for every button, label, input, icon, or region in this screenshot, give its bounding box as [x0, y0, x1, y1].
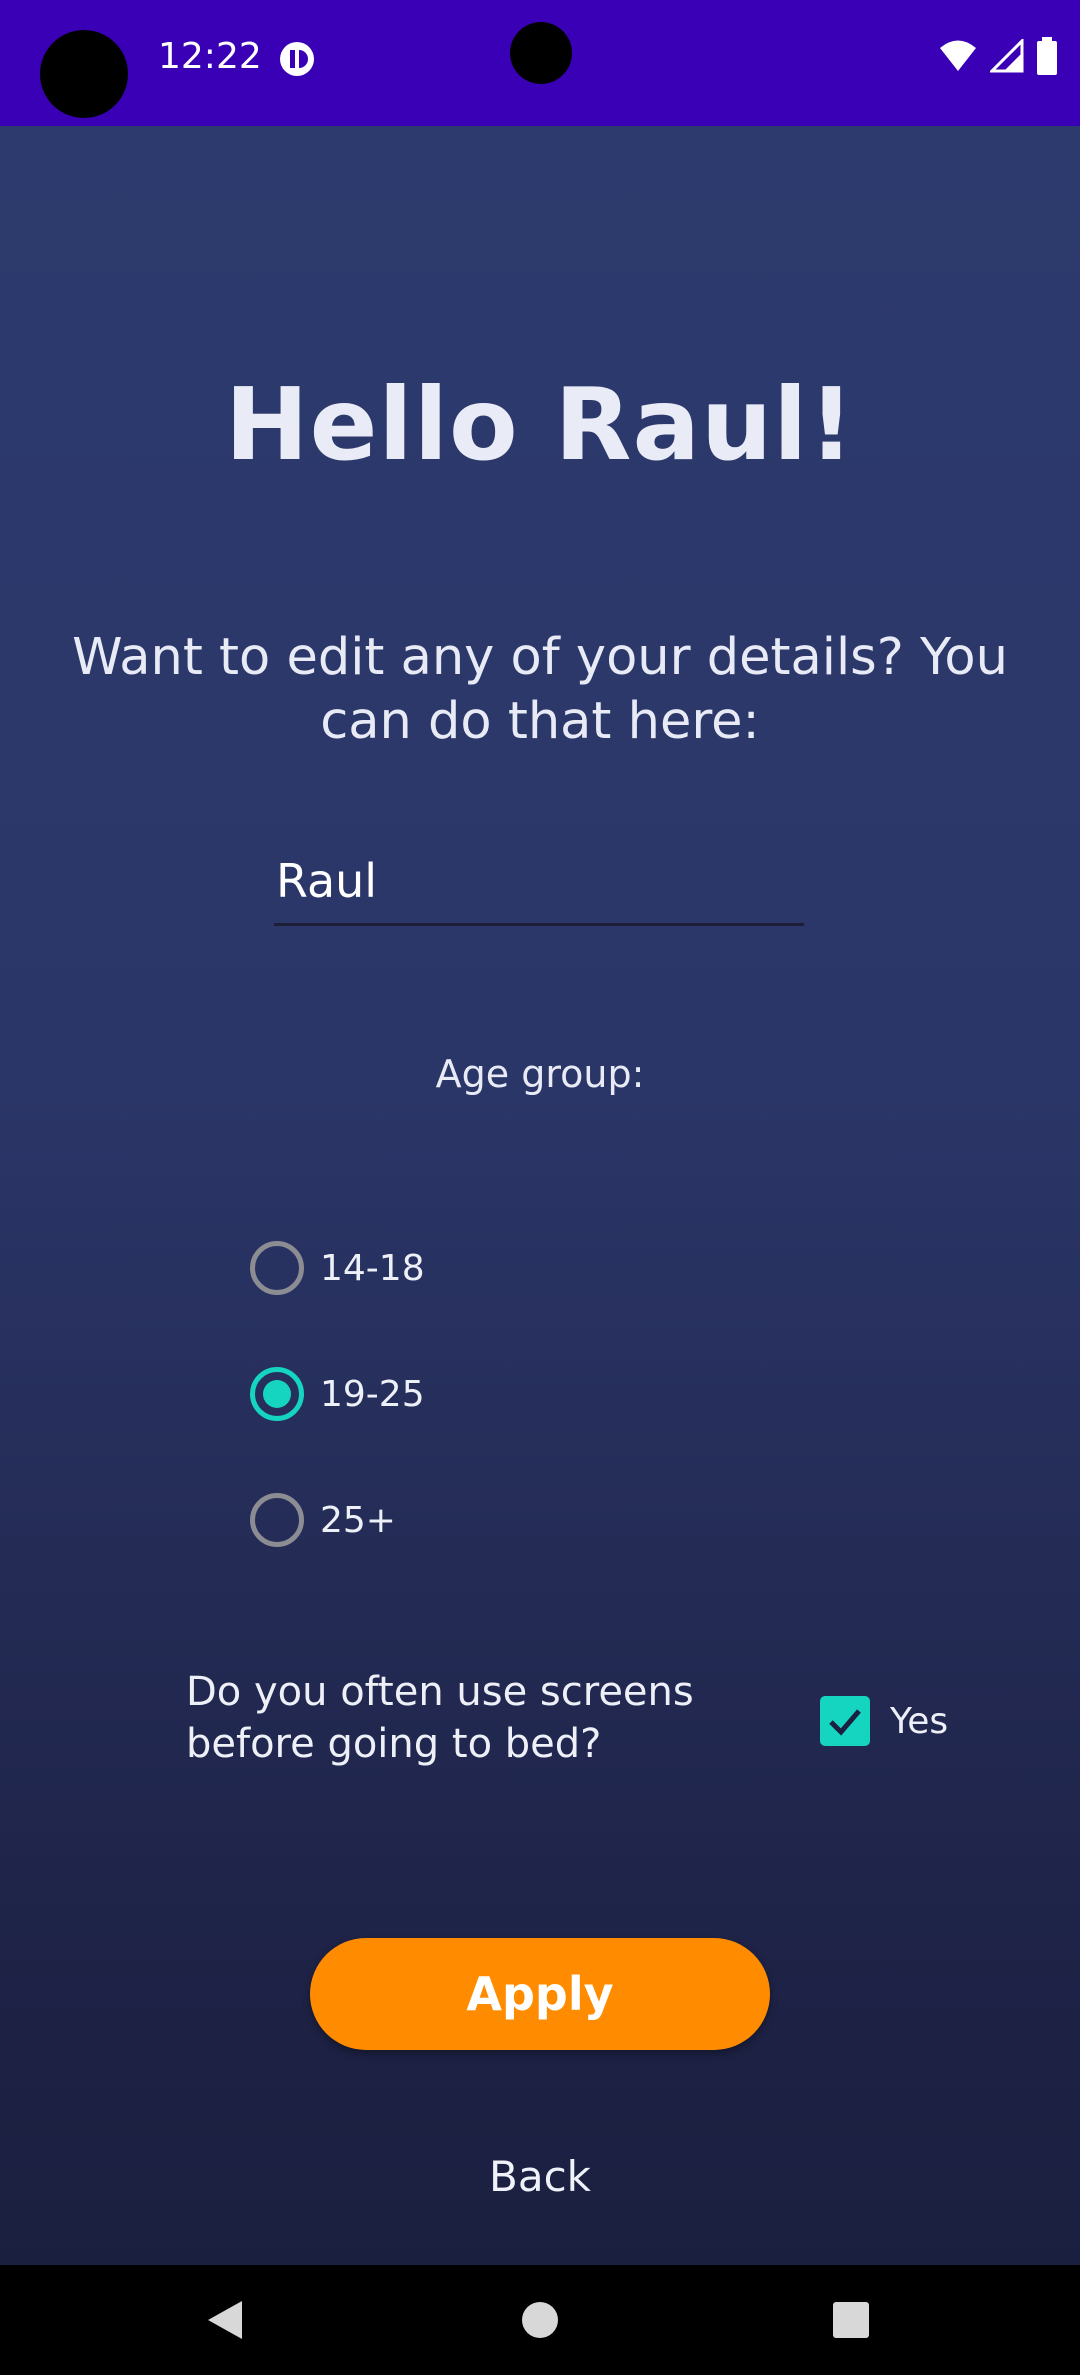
age-option-25-plus[interactable]: 25+: [250, 1490, 396, 1550]
radio-checked-icon[interactable]: [250, 1367, 304, 1421]
wifi-icon: [938, 39, 978, 77]
home-circle-icon[interactable]: [515, 2295, 565, 2345]
profile-edit-screen: Hello Raul! Want to edit any of your det…: [0, 126, 1080, 2265]
age-option-14-18[interactable]: 14-18: [250, 1238, 425, 1298]
back-button[interactable]: Back: [440, 2136, 640, 2216]
page-title: Hello Raul!: [224, 366, 856, 483]
back-triangle-icon[interactable]: [200, 2295, 250, 2345]
checkbox-checked-icon[interactable]: [820, 1696, 870, 1746]
age-option-label: 14-18: [320, 1247, 425, 1289]
battery-icon: [1036, 37, 1058, 79]
screens-question: Do you often use screens before going to…: [186, 1669, 694, 1767]
age-option-label: 19-25: [320, 1373, 425, 1415]
age-option-19-25[interactable]: 19-25: [250, 1364, 425, 1424]
screens-yes-checkbox[interactable]: Yes: [820, 1696, 948, 1746]
status-bar: 12:22: [0, 0, 1080, 126]
radio-unchecked-icon[interactable]: [250, 1241, 304, 1295]
name-input[interactable]: [274, 846, 804, 926]
status-time: 12:22: [158, 36, 262, 77]
app-notification-icon: [278, 40, 316, 78]
camera-cutout-left: [40, 30, 128, 118]
apply-button[interactable]: Apply: [310, 1938, 770, 2050]
status-icons: [938, 37, 1058, 79]
page-subtitle: Want to edit any of your details? You ca…: [72, 628, 1008, 751]
radio-unchecked-icon[interactable]: [250, 1493, 304, 1547]
checkbox-label: Yes: [890, 1700, 949, 1742]
camera-cutout-center: [510, 22, 572, 84]
age-group-label: Age group:: [435, 1052, 645, 1096]
recents-square-icon[interactable]: [826, 2295, 876, 2345]
age-option-label: 25+: [320, 1499, 396, 1541]
system-nav-bar: [0, 2265, 1080, 2375]
signal-icon: [988, 37, 1024, 77]
